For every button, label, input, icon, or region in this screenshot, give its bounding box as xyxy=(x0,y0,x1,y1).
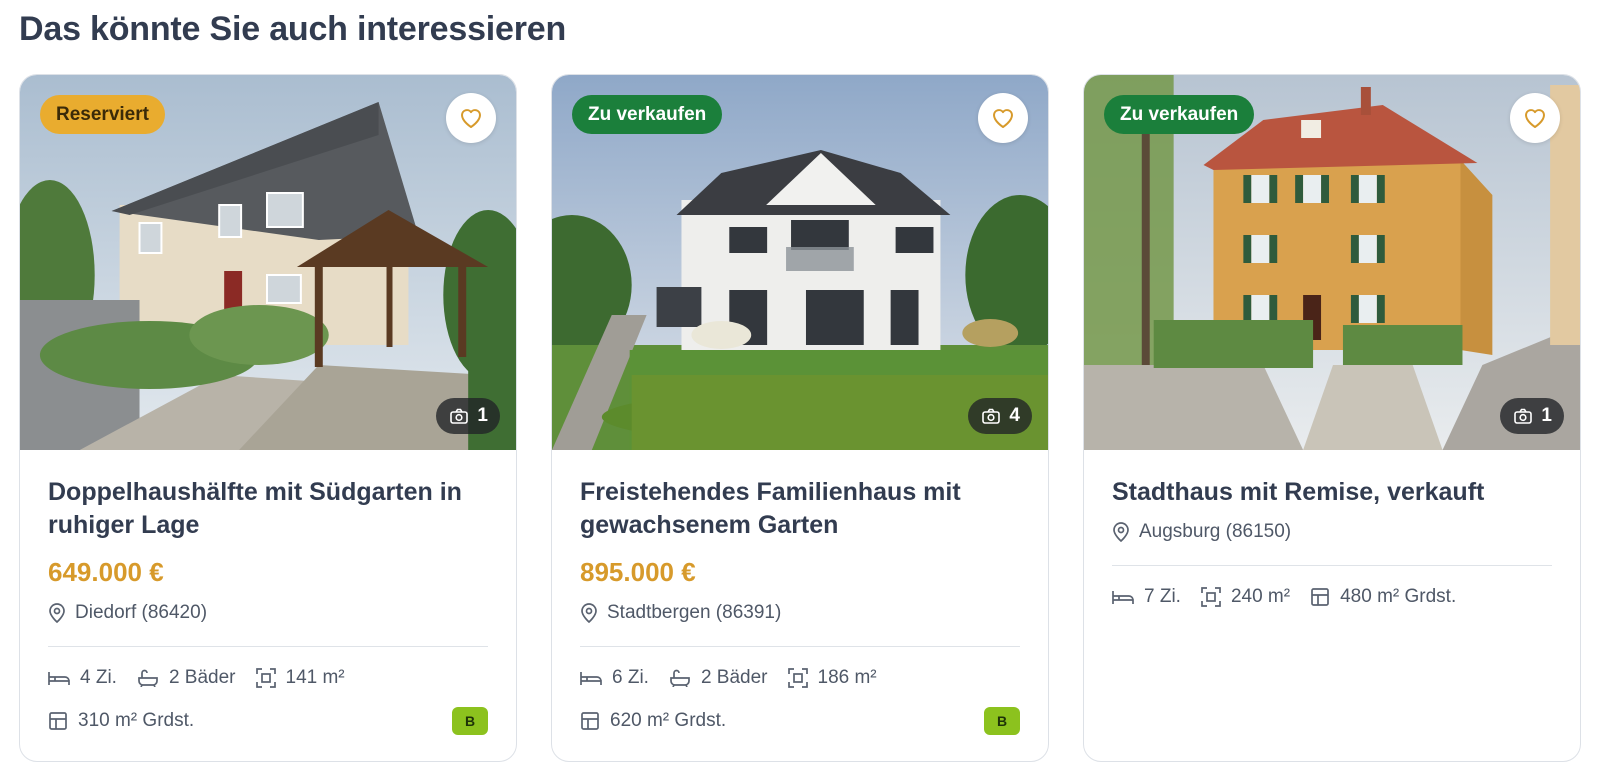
features-row: 4 Zi. 2 Bäder 141 m² xyxy=(48,665,488,691)
rooms-feature: 7 Zi. xyxy=(1112,584,1181,610)
listing-location: Augsburg (86150) xyxy=(1112,519,1552,545)
rooms-text: 6 Zi. xyxy=(612,667,649,688)
plot-text: 310 m² Grdst. xyxy=(78,710,195,731)
heart-icon xyxy=(993,109,1013,128)
photo-count[interactable]: 1 xyxy=(1500,398,1564,434)
listing-photo[interactable]: Zu verkaufen 4 xyxy=(552,75,1048,450)
area-icon xyxy=(787,668,808,688)
listing-card[interactable]: Reserviert 1 Doppelhaushälfte mit Südgar… xyxy=(19,74,517,762)
rooms-feature: 6 Zi. xyxy=(580,665,649,691)
plot-feature: 620 m² Grdst. xyxy=(580,708,726,734)
divider xyxy=(580,646,1020,647)
area-text: 240 m² xyxy=(1230,586,1291,607)
energy-class-badge: B xyxy=(452,707,488,735)
area-feature: 141 m² xyxy=(255,665,345,691)
location-text: Augsburg (86150) xyxy=(1139,521,1292,542)
bed-icon xyxy=(1112,591,1134,604)
photo-count[interactable]: 1 xyxy=(436,398,500,434)
heart-icon xyxy=(1525,109,1545,128)
area-text: 186 m² xyxy=(817,667,877,688)
map-pin-icon xyxy=(1113,522,1129,542)
rooms-text: 7 Zi. xyxy=(1144,586,1181,607)
status-badge: Zu verkaufen xyxy=(1104,95,1255,134)
status-badge: Reserviert xyxy=(40,95,165,134)
features-row: 620 m² Grdst. B xyxy=(580,707,1020,735)
features-row: 6 Zi. 2 Bäder 186 m² xyxy=(580,665,1020,691)
rooms-text: 4 Zi. xyxy=(80,667,117,688)
heart-icon xyxy=(461,109,481,128)
plot-icon xyxy=(581,712,599,730)
location-text: Stadtbergen (86391) xyxy=(607,602,782,623)
plot-text: 480 m² Grdst. xyxy=(1340,586,1457,607)
listing-price: 649.000 € xyxy=(48,557,164,587)
plot-icon xyxy=(1311,588,1329,606)
baths-text: 2 Bäder xyxy=(700,667,768,688)
photo-count-value: 4 xyxy=(1009,405,1020,426)
status-badge: Zu verkaufen xyxy=(572,95,723,134)
divider xyxy=(1112,565,1552,566)
camera-icon xyxy=(982,408,1001,424)
area-feature: 240 m² xyxy=(1201,584,1290,610)
bed-icon xyxy=(580,672,602,685)
listing-cards: Reserviert 1 Doppelhaushälfte mit Südgar… xyxy=(19,74,1581,762)
favorite-button[interactable] xyxy=(446,93,496,143)
rooms-feature: 4 Zi. xyxy=(48,665,117,691)
listing-price: 895.000 € xyxy=(580,557,696,587)
energy-class-badge: B xyxy=(984,707,1020,735)
photo-count[interactable]: 4 xyxy=(968,398,1032,434)
photo-count-value: 1 xyxy=(1541,405,1552,426)
area-text: 141 m² xyxy=(285,667,345,688)
listing-location: Stadtbergen (86391) xyxy=(580,600,1020,626)
plot-icon xyxy=(49,712,67,730)
bathtub-icon xyxy=(138,669,158,687)
favorite-button[interactable] xyxy=(1510,93,1560,143)
bathtub-icon xyxy=(670,669,690,687)
listing-title[interactable]: Doppelhaushälfte mit Südgarten in ruhige… xyxy=(48,476,488,542)
favorite-button[interactable] xyxy=(978,93,1028,143)
area-feature: 186 m² xyxy=(787,665,877,691)
bed-icon xyxy=(48,672,70,685)
map-pin-icon xyxy=(49,603,65,623)
baths-text: 2 Bäder xyxy=(168,667,236,688)
features-row: 7 Zi. 240 m² 480 m² Grdst. xyxy=(1112,584,1552,610)
photo-count-value: 1 xyxy=(477,405,488,426)
location-text: Diedorf (86420) xyxy=(75,602,208,623)
listing-photo[interactable]: Reserviert 1 xyxy=(20,75,516,450)
camera-icon xyxy=(1514,408,1533,424)
plot-text: 620 m² Grdst. xyxy=(610,710,727,731)
listing-card[interactable]: Zu verkaufen 1 Stadthaus mit Remise, ver… xyxy=(1083,74,1581,762)
divider xyxy=(48,646,488,647)
area-icon xyxy=(1201,587,1221,607)
listing-title[interactable]: Freistehendes Familienhaus mit gewachsen… xyxy=(580,476,1020,542)
area-icon xyxy=(255,668,276,688)
listing-title[interactable]: Stadthaus mit Remise, verkauft xyxy=(1112,476,1552,509)
listing-location: Diedorf (86420) xyxy=(48,600,488,626)
listing-photo[interactable]: Zu verkaufen 1 xyxy=(1084,75,1580,450)
camera-icon xyxy=(450,408,469,424)
section-title: Das könnte Sie auch interessieren xyxy=(19,10,567,48)
plot-feature: 310 m² Grdst. xyxy=(48,708,194,734)
features-row: 310 m² Grdst. B xyxy=(48,707,488,735)
baths-feature: 2 Bäder xyxy=(137,665,236,691)
listing-card[interactable]: Zu verkaufen 4 Freistehendes Familienhau… xyxy=(551,74,1049,762)
plot-feature: 480 m² Grdst. xyxy=(1310,584,1456,610)
baths-feature: 2 Bäder xyxy=(669,665,768,691)
map-pin-icon xyxy=(581,603,597,623)
